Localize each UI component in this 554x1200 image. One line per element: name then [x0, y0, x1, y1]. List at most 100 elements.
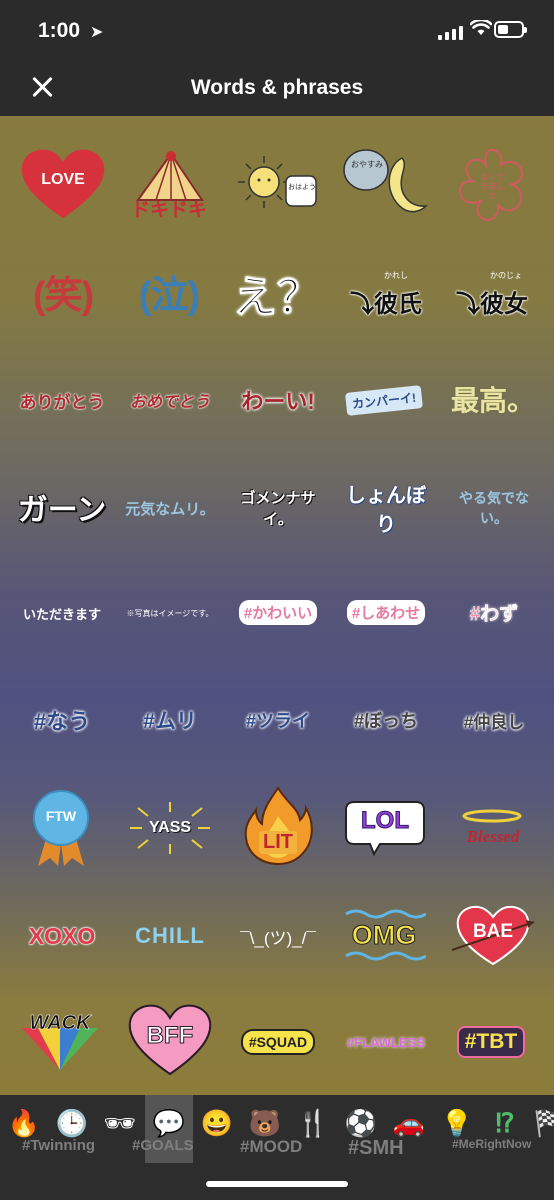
sticker-lol-label: LOL [361, 807, 410, 835]
sticker-yarukinai[interactable]: やる気でない。 [446, 490, 542, 526]
sticker-omedetou[interactable]: おめでとう [124, 380, 216, 420]
sticker-yokudekimashita-label: よくできました [480, 172, 504, 200]
sticker-itadakimasu-label: いただきます [22, 606, 101, 622]
home-indicator[interactable] [206, 1181, 348, 1187]
sticker-tbt[interactable]: #TBT [446, 1022, 536, 1062]
sticker-kanojo[interactable]: かのじょ ⤵彼女 [446, 270, 538, 320]
sticker-shonbori-label: しょんぼり [346, 485, 426, 536]
sun-icon [238, 156, 317, 208]
sticker-blessed[interactable]: Blessed [448, 808, 538, 854]
exclamation-question-icon: ⁉ [495, 1107, 515, 1138]
sticker-wack[interactable]: WACK [18, 1010, 102, 1072]
sticker-squad[interactable]: #SQUAD [234, 1028, 322, 1056]
sticker-bae-label: BAE [472, 921, 514, 942]
sticker-genki[interactable]: 元気なムリ。 [124, 490, 216, 526]
car-icon: 🚗 [392, 1107, 426, 1138]
moon-icon [343, 149, 429, 213]
sticker-itadakimasu[interactable]: いただきます [16, 598, 108, 628]
sticker-gomennasai[interactable]: ゴメンナサイ。 [230, 490, 326, 528]
sticker-chill[interactable]: CHILL [124, 916, 216, 956]
sticker-saikou[interactable]: 最高。 [448, 374, 538, 424]
bear-icon: 🐻 [248, 1107, 282, 1138]
sticker-love[interactable]: LOVE [20, 148, 106, 220]
tab-flags[interactable]: 🏁 [530, 1103, 554, 1143]
sticker-gomennasai-label: ゴメンナサイ。 [240, 490, 316, 528]
soccer-ball-icon: ⚽ [344, 1107, 378, 1138]
sticker-squad-label: #SQUAD [240, 1029, 316, 1055]
sticker-kanojo-label: ⤵彼女 [456, 290, 528, 318]
sticker-yass[interactable]: YASS [124, 800, 216, 856]
sticker-lit[interactable]: LIT [240, 786, 316, 866]
sticker-blessed-label: Blessed [466, 827, 520, 846]
sticker-kareshi[interactable]: かれし ⤵彼氏 [340, 270, 432, 320]
sticker-shonbori[interactable]: しょんぼり [340, 485, 432, 536]
battery-icon [494, 21, 527, 38]
kareshi-text: 彼氏 [374, 290, 422, 318]
sticker-bff[interactable]: BFF [128, 1004, 212, 1076]
sticker-ftw-label: FTW [45, 808, 77, 824]
sticker-muri-label: #ムリ [143, 710, 197, 733]
sticker-yokudekimashita[interactable]: よくできました [450, 146, 534, 226]
sticker-kawaii[interactable]: #かわいい [230, 596, 326, 628]
status-bar: 1:00 ➤ [0, 0, 554, 60]
sticker-waai-label: わーい! [241, 389, 315, 414]
sticker-yass-label: YASS [148, 819, 192, 836]
sticker-shrug[interactable]: ¯\_(ツ)_/¯ [230, 918, 326, 954]
sticker-waai[interactable]: わーい! [232, 378, 324, 422]
sticker-omg-label: OMG [351, 919, 417, 950]
sticker-oyasumi[interactable]: おやすみ [340, 146, 430, 222]
sticker-flawless[interactable]: #FLAWLESS [340, 1028, 432, 1056]
sticker-yarukinai-label: やる気でない。 [459, 490, 529, 526]
sticker-omg[interactable]: OMG [342, 906, 426, 964]
sticker-gaan-label: ガーン [17, 494, 107, 527]
tab-smileys[interactable]: 😀 [197, 1103, 237, 1143]
sticker-bff-label: BFF [146, 1022, 194, 1050]
lightbulb-icon: 💡 [440, 1107, 474, 1138]
fork-knife-icon: 🍴 [296, 1107, 330, 1138]
sticker-nakayoshi[interactable]: #仲良し [444, 700, 544, 740]
sticker-wazu[interactable]: #わず [446, 594, 542, 630]
category-tab-bar: 🔥 🕒 🕶 💬 😀 🐻 🍴 ⚽ 🚗 💡 ⁉ 🏁 #Twinning #GOALS… [0, 1095, 554, 1165]
sticker-genki-label: 元気なムリ。 [125, 500, 215, 518]
sticker-e[interactable]: え？ [232, 258, 322, 328]
battery-level [498, 25, 508, 34]
sticker-nau[interactable]: #なう [16, 700, 108, 740]
sticker-tbt-label: #TBT [456, 1026, 526, 1058]
sticker-dokidoki[interactable]: ドキドキ [126, 150, 212, 222]
sticker-xoxo-label: XOXO [28, 922, 96, 949]
sticker-shiawase[interactable]: #しあわせ [338, 596, 434, 628]
sticker-shashin[interactable]: ※写真はイメージです。 [122, 600, 218, 626]
sticker-nakayoshi-label: #仲良し [463, 712, 525, 732]
status-time: 1:00 [38, 19, 81, 42]
flag-icon: 🏁 [533, 1107, 554, 1138]
sticker-warai-label: (笑) [32, 274, 94, 317]
sticker-dokidoki-label: ドキドキ [130, 199, 207, 221]
fire-icon: 🔥 [7, 1107, 41, 1138]
sticker-omedetou-label: おめでとう [129, 394, 210, 411]
sticker-bae[interactable]: BAE [450, 904, 536, 968]
sticker-ohayou[interactable]: おはよう [234, 152, 320, 214]
sticker-gaan[interactable]: ガーン [16, 484, 108, 530]
cellular-signal-icon [438, 24, 466, 40]
sticker-ftw[interactable]: FTW [28, 788, 94, 868]
sticker-shrug-label: ¯\_(ツ)_/¯ [240, 928, 316, 948]
sticker-kanpai[interactable]: カンパーイ! [342, 382, 426, 418]
sticker-kawaii-label: #かわいい [238, 599, 318, 625]
sticker-xoxo[interactable]: XOXO [16, 916, 108, 956]
tab-sublabel-mood: #MOOD [240, 1137, 303, 1156]
sticker-naki[interactable]: (泣) [124, 258, 214, 324]
sticker-lol[interactable]: LOL [344, 798, 426, 856]
sticker-arigatou[interactable]: ありがとう [16, 380, 108, 420]
sticker-wack-label: WACK [29, 1011, 91, 1034]
sticker-bocchi[interactable]: #ぼっち [338, 700, 434, 740]
tab-sublabel-twinning: #Twinning [22, 1137, 96, 1154]
sticker-naki-label: (泣) [138, 274, 200, 317]
sticker-chill-label: CHILL [135, 923, 205, 948]
sticker-muri[interactable]: #ムリ [124, 700, 216, 740]
sticker-tsurai[interactable]: #ツライ [230, 700, 326, 740]
sticker-warai[interactable]: (笑) [18, 258, 108, 324]
speech-bubble-icon: 💬 [152, 1107, 186, 1138]
tab-sublabel-merightnow: #MeRightNow [452, 1137, 532, 1151]
sticker-ohayou-label: おはよう [288, 184, 316, 191]
kanojo-text: 彼女 [480, 290, 528, 318]
